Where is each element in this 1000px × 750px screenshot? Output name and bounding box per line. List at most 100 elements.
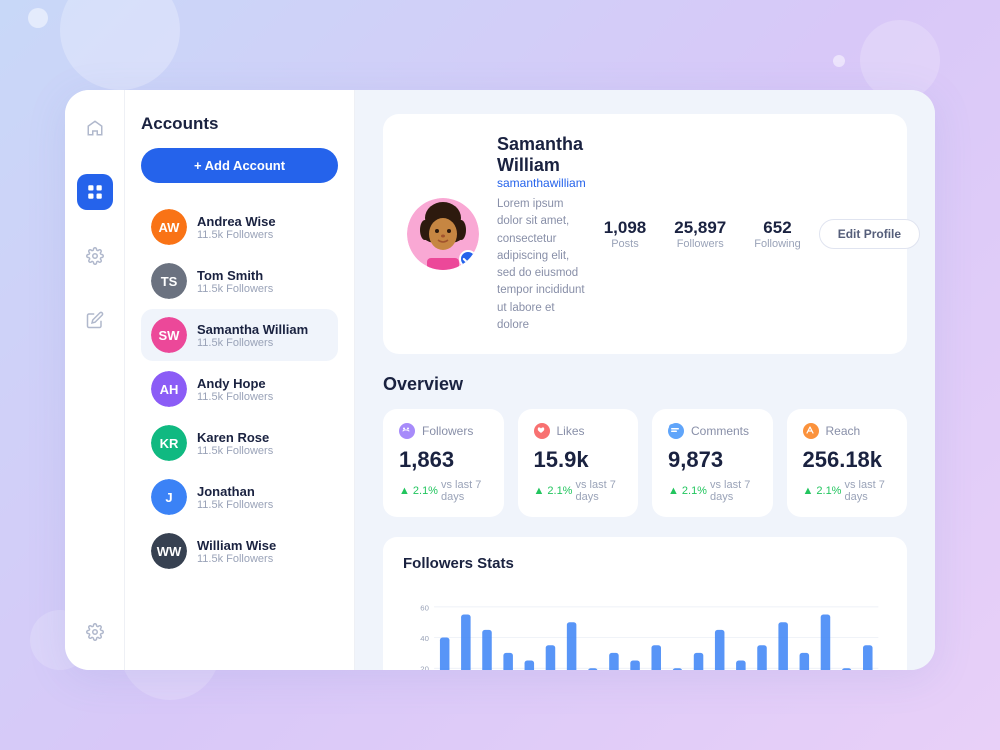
account-name: Karen Rose [197, 430, 328, 445]
account-list: AW Andrea Wise11.5k Followers TS Tom Smi… [141, 201, 338, 577]
card-header: Followers [399, 423, 488, 439]
overview-card: Reach 256.18k ▲ 2.1% vs last 7 days [787, 409, 908, 517]
account-avatar: SW [151, 317, 187, 353]
account-info: Jonathan11.5k Followers [197, 484, 328, 511]
account-name: Andy Hope [197, 376, 328, 391]
card-trend: ▲ 2.1% vs last 7 days [399, 479, 488, 503]
profile-info: Samantha William samanthawilliam Lorem i… [497, 134, 586, 334]
bg-decor-circle-2 [860, 20, 940, 100]
account-item[interactable]: KR Karen Rose11.5k Followers [141, 417, 338, 469]
card-type-icon [803, 423, 819, 439]
card-type-icon [668, 423, 684, 439]
svg-text:60: 60 [420, 603, 429, 612]
account-followers: 11.5k Followers [197, 229, 328, 241]
nav-gear[interactable] [77, 614, 113, 650]
card-header: Comments [668, 423, 757, 439]
overview-cards: Followers 1,863 ▲ 2.1% vs last 7 days Li… [383, 409, 907, 517]
account-item[interactable]: TS Tom Smith11.5k Followers [141, 255, 338, 307]
nav-edit[interactable] [77, 302, 113, 338]
trend-arrow: ▲ [668, 485, 679, 497]
account-name: William Wise [197, 538, 328, 553]
trend-description: vs last 7 days [710, 479, 757, 503]
nav-settings-outline[interactable] [77, 238, 113, 274]
svg-text:WW: WW [157, 544, 182, 559]
stat-label: Posts [604, 238, 647, 250]
profile-stats: 1,098 Posts 25,897 Followers 652 Following [604, 218, 801, 250]
card-trend: ▲ 2.1% vs last 7 days [803, 479, 892, 503]
verified-badge [459, 250, 477, 268]
trend-description: vs last 7 days [441, 479, 488, 503]
trend-percent: 2.1% [816, 485, 841, 497]
profile-bio: Lorem ipsum dolor sit amet, consectetur … [497, 196, 586, 334]
account-followers: 11.5k Followers [197, 391, 328, 403]
account-name: Tom Smith [197, 268, 328, 283]
stat-value: 1,098 [604, 218, 647, 238]
trend-percent: 2.1% [413, 485, 438, 497]
account-name: Jonathan [197, 484, 328, 499]
svg-text:SW: SW [159, 328, 181, 343]
add-account-button[interactable]: + Add Account [141, 148, 338, 183]
account-followers: 11.5k Followers [197, 553, 328, 565]
account-item[interactable]: AH Andy Hope11.5k Followers [141, 363, 338, 415]
account-name: Samantha William [197, 322, 328, 337]
card-value: 9,873 [668, 447, 757, 473]
nav-home[interactable] [77, 110, 113, 146]
card-label: Reach [826, 424, 861, 438]
card-value: 1,863 [399, 447, 488, 473]
account-followers: 11.5k Followers [197, 337, 328, 349]
bg-decor-circle-3 [28, 8, 48, 28]
trend-arrow: ▲ [803, 485, 814, 497]
account-item[interactable]: AW Andrea Wise11.5k Followers [141, 201, 338, 253]
stat-label: Followers [674, 238, 726, 250]
svg-text:20: 20 [420, 665, 429, 670]
svg-text:KR: KR [160, 436, 179, 451]
nav-bar [65, 90, 125, 670]
chart-title: Followers Stats [403, 555, 887, 572]
profile-name: Samantha William [497, 134, 586, 176]
svg-text:40: 40 [420, 634, 429, 643]
trend-description: vs last 7 days [575, 479, 622, 503]
trend-description: vs last 7 days [844, 479, 891, 503]
trend-percent: 2.1% [547, 485, 572, 497]
account-info: Tom Smith11.5k Followers [197, 268, 328, 295]
stat-item: 1,098 Posts [604, 218, 647, 250]
account-avatar: AH [151, 371, 187, 407]
card-label: Comments [691, 424, 749, 438]
main-content: Samantha William samanthawilliam Lorem i… [355, 90, 935, 670]
bg-decor-circle-4 [833, 55, 845, 67]
account-item[interactable]: J Jonathan11.5k Followers [141, 471, 338, 523]
account-item[interactable]: SW Samantha William11.5k Followers [141, 309, 338, 361]
account-info: Karen Rose11.5k Followers [197, 430, 328, 457]
main-card: Accounts + Add Account AW Andrea Wise11.… [65, 90, 935, 670]
overview-title: Overview [383, 374, 907, 395]
stat-item: 25,897 Followers [674, 218, 726, 250]
account-item[interactable]: WW William Wise11.5k Followers [141, 525, 338, 577]
card-header: Reach [803, 423, 892, 439]
account-followers: 11.5k Followers [197, 445, 328, 457]
chart-area: 6040200-20010203040506070809101112131415… [403, 586, 887, 670]
stat-label: Following [754, 238, 800, 250]
profile-username: samanthawilliam [497, 176, 586, 190]
svg-text:TS: TS [161, 274, 178, 289]
svg-text:AW: AW [159, 220, 181, 235]
card-type-icon [534, 423, 550, 439]
card-trend: ▲ 2.1% vs last 7 days [534, 479, 623, 503]
bg-decor-circle-1 [60, 0, 180, 90]
profile-avatar [407, 198, 479, 270]
sidebar: Accounts + Add Account AW Andrea Wise11.… [125, 90, 355, 670]
account-info: Andrea Wise11.5k Followers [197, 214, 328, 241]
trend-percent: 2.1% [682, 485, 707, 497]
nav-dashboard[interactable] [77, 174, 113, 210]
card-type-icon [399, 423, 415, 439]
card-label: Likes [557, 424, 585, 438]
trend-arrow: ▲ [399, 485, 410, 497]
stat-item: 652 Following [754, 218, 800, 250]
profile-header: Samantha William samanthawilliam Lorem i… [383, 114, 907, 354]
account-avatar: TS [151, 263, 187, 299]
edit-profile-button[interactable]: Edit Profile [819, 219, 920, 249]
account-info: William Wise11.5k Followers [197, 538, 328, 565]
stat-value: 652 [754, 218, 800, 238]
overview-card: Comments 9,873 ▲ 2.1% vs last 7 days [652, 409, 773, 517]
account-avatar: AW [151, 209, 187, 245]
card-header: Likes [534, 423, 623, 439]
